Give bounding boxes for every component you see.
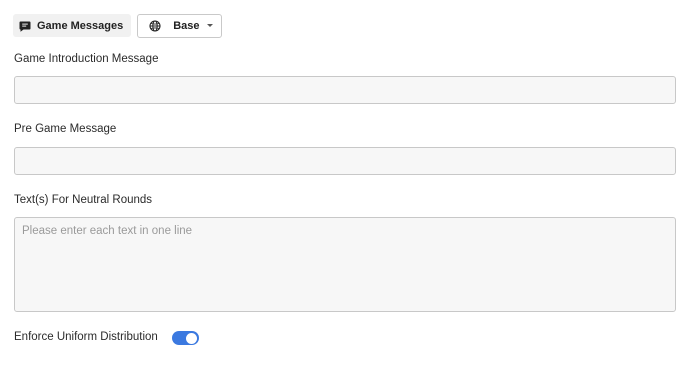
- globe-icon: [149, 19, 161, 32]
- chevron-down-icon: [207, 24, 214, 27]
- uniform-distribution-toggle[interactable]: [172, 331, 199, 345]
- game-messages-tab[interactable]: Game Messages: [13, 14, 132, 37]
- message-icon: [19, 20, 31, 32]
- toggle-knob: [186, 332, 197, 344]
- uniform-distribution-label: Enforce Uniform Distribution: [14, 331, 158, 343]
- toolbar: Game Messages Base: [13, 13, 223, 38]
- language-value: Base: [173, 19, 200, 32]
- neutral-rounds-textarea[interactable]: [14, 217, 676, 312]
- language-dropdown[interactable]: Base: [137, 13, 223, 38]
- neutral-rounds-label: Text(s) For Neutral Rounds: [14, 194, 153, 206]
- pre-game-message-label: Pre Game Message: [14, 123, 117, 135]
- intro-message-input[interactable]: [14, 76, 676, 104]
- pre-game-message-input[interactable]: [14, 147, 676, 175]
- game-messages-label: Game Messages: [37, 19, 124, 32]
- intro-message-label: Game Introduction Message: [14, 53, 159, 65]
